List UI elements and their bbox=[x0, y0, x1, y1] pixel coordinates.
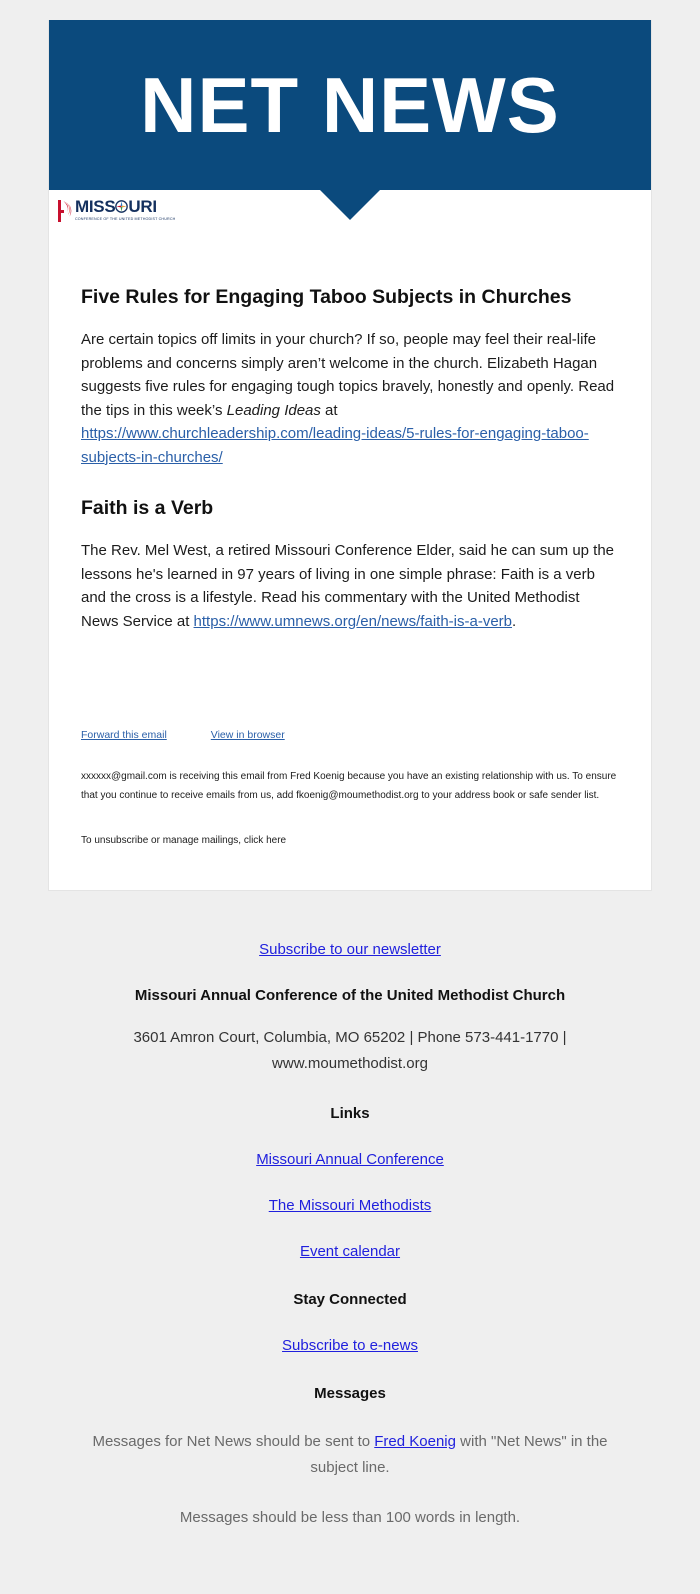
logo-wordmark: MISS URI bbox=[75, 198, 173, 215]
logo-text-wrapper: MISS URI CONFERENCE OF THE UNITED METHOD… bbox=[75, 198, 176, 222]
article-body-1-part1: Are certain topics off limits in your ch… bbox=[81, 331, 615, 419]
footer-messages-note: Messages for Net News should be sent to … bbox=[90, 1429, 610, 1481]
banner-title: NET NEWS bbox=[140, 61, 560, 149]
mini-links-row: Forward this email View in browser bbox=[49, 729, 651, 741]
footer-link-row-1: Missouri Annual Conference bbox=[78, 1149, 622, 1171]
footer-organization-name: Missouri Annual Conference of the United… bbox=[134, 987, 566, 1004]
footer-link-row-3: Event calendar bbox=[78, 1241, 622, 1263]
card-bottom-padding bbox=[49, 850, 651, 890]
footer-address: 3601 Amron Court, Columbia, MO 65202 | P… bbox=[133, 1029, 567, 1072]
compass-rose-icon bbox=[115, 200, 129, 213]
article-content: Five Rules for Engaging Taboo Subjects i… bbox=[49, 236, 651, 729]
view-in-browser-link[interactable]: View in browser bbox=[211, 729, 285, 741]
cross-and-flame-icon bbox=[58, 200, 72, 222]
unsubscribe-text[interactable]: To unsubscribe or manage mailings, click… bbox=[81, 831, 619, 850]
disclaimer-text: xxxxxx@gmail.com is receiving this email… bbox=[81, 771, 617, 801]
article-body-2-part3: . bbox=[512, 612, 517, 630]
article-link-1[interactable]: https://www.churchleadership.com/leading… bbox=[81, 425, 589, 466]
footer-messages-length-note: Messages should be less than 100 words i… bbox=[179, 1509, 521, 1526]
footer-messages-heading: Messages bbox=[314, 1385, 386, 1402]
banner-notch-triangle bbox=[320, 190, 380, 220]
article-body-2: The Rev. Mel West, a retired Missouri Co… bbox=[81, 539, 619, 633]
fred-koenig-link[interactable]: Fred Koenig bbox=[374, 1433, 456, 1450]
footer-stay-connected-heading: Stay Connected bbox=[293, 1291, 407, 1308]
outer-footer: Subscribe to our newsletter Missouri Ann… bbox=[48, 891, 652, 1571]
net-news-banner: NET NEWS bbox=[49, 20, 651, 190]
logo-subtitle: CONFERENCE OF THE UNITED METHODIST CHURC… bbox=[75, 217, 176, 221]
article-body-1: Are certain topics off limits in your ch… bbox=[81, 328, 619, 469]
footer-link-event-calendar[interactable]: Event calendar bbox=[300, 1241, 400, 1263]
article-bottom-spacer bbox=[81, 641, 619, 729]
subscribe-to-newsletter-link[interactable]: Subscribe to our newsletter bbox=[259, 939, 441, 961]
article-title-1: Five Rules for Engaging Taboo Subjects i… bbox=[81, 286, 572, 308]
disclaimer-section: xxxxxx@gmail.com is receiving this email… bbox=[49, 767, 651, 850]
footer-messages-note-part1: Messages for Net News should be sent to bbox=[92, 1433, 375, 1450]
logo-word-head: MISS bbox=[75, 197, 116, 216]
email-card: NET NEWS MISS URI CONFERENCE OF THE UNIT… bbox=[48, 20, 652, 890]
logo-word-tail: URI bbox=[128, 197, 157, 216]
article-body-1-italic: Leading Ideas bbox=[226, 401, 321, 419]
footer-links-heading: Links bbox=[330, 1105, 370, 1122]
subscribe-to-enews-link[interactable]: Subscribe to e-news bbox=[282, 1335, 418, 1357]
article-link-2[interactable]: https://www.umnews.org/en/news/faith-is-… bbox=[194, 613, 512, 630]
footer-link-row-2: The Missouri Methodists bbox=[78, 1195, 622, 1217]
missouri-conference-logo[interactable]: MISS URI CONFERENCE OF THE UNITED METHOD… bbox=[57, 198, 176, 224]
forward-this-email-link[interactable]: Forward this email bbox=[81, 729, 167, 741]
footer-link-missouri-annual-conference[interactable]: Missouri Annual Conference bbox=[256, 1149, 444, 1171]
article-body-1-part2: at bbox=[320, 401, 338, 419]
footer-link-the-missouri-methodists[interactable]: The Missouri Methodists bbox=[269, 1195, 432, 1217]
article-title-2: Faith is a Verb bbox=[81, 497, 214, 519]
footer-link-row-enews: Subscribe to e-news bbox=[78, 1335, 622, 1357]
